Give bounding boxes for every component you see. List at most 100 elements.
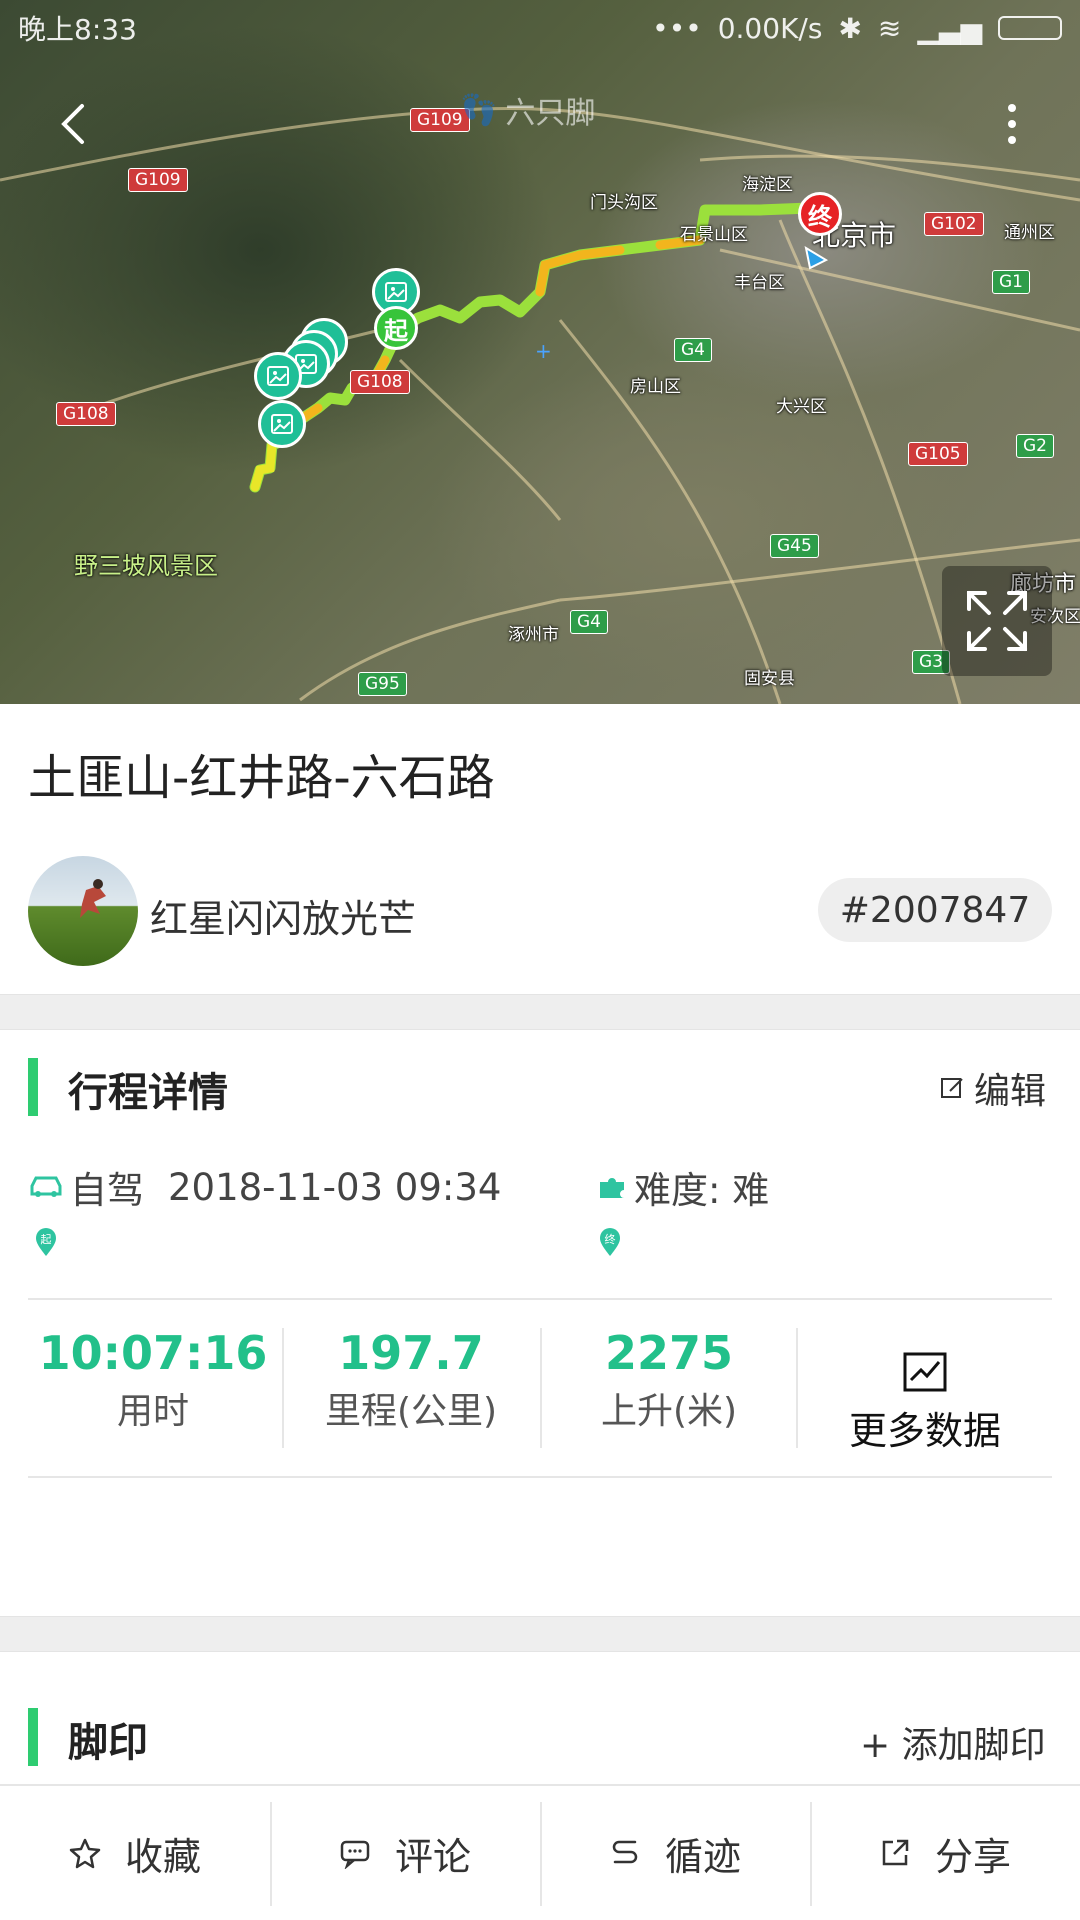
favorite-button[interactable]: 收藏 [0, 1786, 270, 1920]
watermark: 👣 六只脚 [460, 88, 595, 132]
road-tag: G1 [992, 270, 1030, 294]
bluetooth-icon: ✱ [838, 11, 862, 45]
battery-icon [998, 16, 1062, 40]
difficulty: 难度: 难 [634, 1169, 770, 1212]
expand-icon [967, 591, 1027, 651]
trip-datetime: 2018-11-03 09:34 [168, 1165, 502, 1209]
place-label: 通州区 [1004, 223, 1055, 243]
edit-label: 编辑 [974, 1071, 1047, 1112]
back-button[interactable] [52, 96, 108, 152]
edit-icon [941, 1078, 963, 1098]
trip-mode-row: 自驾 2018-11-03 09:34 [28, 1160, 501, 1214]
end-location-pin-icon: 终 [600, 1228, 620, 1256]
signal-dots-icon: ••• [652, 11, 702, 45]
place-label: 野三坡风景区 [74, 552, 218, 580]
place-label: 石景山区 [680, 225, 748, 245]
section-divider [0, 994, 1080, 1030]
end-marker-text: 终 [605, 1232, 616, 1246]
photo-pin[interactable] [254, 352, 302, 400]
track-id-badge: #2007847 [818, 878, 1052, 942]
more-menu-button[interactable] [994, 96, 1030, 152]
road-tag: G2 [1016, 434, 1054, 458]
difficulty-row: 难度: 难 [596, 1160, 769, 1214]
stat-separator [796, 1328, 798, 1448]
fullscreen-button[interactable] [942, 566, 1052, 676]
road-tag: G105 [908, 442, 968, 466]
road-tag: G108 [350, 370, 410, 394]
place-label: 涿州市 [508, 625, 559, 645]
road-tag: G108 [56, 402, 116, 426]
place-label: 海淀区 [742, 175, 793, 195]
puzzle-icon [600, 1178, 624, 1198]
add-footprint-button[interactable]: + 添加脚印 [860, 1716, 1046, 1768]
place-label: 大兴区 [776, 397, 827, 417]
place-label: 房山区 [630, 377, 681, 397]
stat-value: 197.7 [338, 1326, 484, 1380]
svg-text:+: + [535, 339, 552, 363]
chevron-left-icon [61, 104, 84, 144]
more-data-button[interactable]: 更多数据 [800, 1352, 1050, 1455]
share-icon [882, 1839, 909, 1866]
follow-track-button[interactable]: 循迹 [540, 1786, 810, 1920]
footprint-logo-icon: 👣 [460, 92, 498, 128]
place-label: 门头沟区 [590, 193, 658, 213]
stat-ascent: 2275 上升(米) [540, 1326, 798, 1434]
road-tag: G45 [770, 534, 819, 558]
bottom-action-bar: 收藏 评论 循迹 分享 [0, 1784, 1080, 1920]
stat-label: 用时 [116, 1391, 189, 1432]
image-icon [267, 366, 289, 386]
star-icon [69, 1838, 101, 1869]
comment-button[interactable]: 评论 [270, 1786, 540, 1920]
stat-label: 里程(公里) [324, 1391, 498, 1432]
start-location-pin-icon: 起 [36, 1228, 56, 1256]
chart-icon [903, 1352, 947, 1392]
road-tag: G102 [924, 212, 984, 236]
section-accent-bar [28, 1708, 38, 1766]
stat-duration: 10:07:16 用时 [24, 1326, 282, 1434]
favorite-label: 收藏 [124, 1834, 201, 1879]
edit-button[interactable]: 编辑 [940, 1062, 1046, 1114]
place-label: 丰台区 [734, 273, 785, 293]
section-accent-bar [28, 1058, 38, 1116]
road-tag: G4 [570, 610, 608, 634]
trip-mode: 自驾 [70, 1169, 144, 1212]
wifi-icon: ≋ [877, 11, 902, 45]
section-divider [0, 1616, 1080, 1652]
end-marker[interactable]: 终 [798, 192, 842, 236]
cell-signal-icon: ▁▃▅ [917, 11, 982, 45]
start-marker-text: 起 [41, 1233, 52, 1246]
stat-label: 上升(米) [600, 1391, 738, 1432]
divider [28, 1476, 1052, 1478]
stat-value: 10:07:16 [38, 1326, 268, 1380]
car-icon [30, 1176, 62, 1197]
stat-distance: 197.7 里程(公里) [282, 1326, 540, 1434]
watermark-text: 六只脚 [505, 96, 596, 131]
follow-track-label: 循迹 [664, 1834, 741, 1879]
place-label: 固安县 [744, 669, 795, 689]
track-title: 土匪山-红井路-六石路 [28, 750, 495, 806]
share-button[interactable]: 分享 [810, 1786, 1080, 1920]
image-icon [271, 414, 293, 434]
image-icon [385, 282, 407, 302]
avatar[interactable] [28, 856, 138, 966]
road-tag: G95 [358, 672, 407, 696]
more-data-label: 更多数据 [848, 1409, 1001, 1453]
photo-pin[interactable] [258, 400, 306, 448]
status-time: 晚上8:33 [18, 13, 137, 46]
comment-icon [340, 1840, 370, 1869]
section-title-footprints: 脚印 [68, 1720, 148, 1766]
start-marker[interactable]: 起 [374, 306, 418, 350]
comment-label: 评论 [394, 1834, 471, 1879]
road-tag: G109 [128, 168, 188, 192]
network-speed: 0.00K/s [717, 11, 823, 45]
stat-value: 2275 [604, 1326, 734, 1380]
road-tag: G4 [674, 338, 712, 362]
route-icon [612, 1840, 638, 1864]
vertical-dots-icon [1008, 104, 1016, 144]
section-title-details: 行程详情 [68, 1070, 228, 1116]
author-name[interactable]: 红星闪闪放光芒 [150, 888, 416, 943]
status-bar: 晚上8:33 ••• 0.00K/s ✱ ≋ ▁▃▅ [0, 0, 1080, 56]
map-view[interactable]: + G109 G109 G108 G108 G102 G1 G4 G4 G105… [0, 0, 1080, 704]
share-label: 分享 [934, 1834, 1011, 1879]
divider [28, 1298, 1052, 1300]
